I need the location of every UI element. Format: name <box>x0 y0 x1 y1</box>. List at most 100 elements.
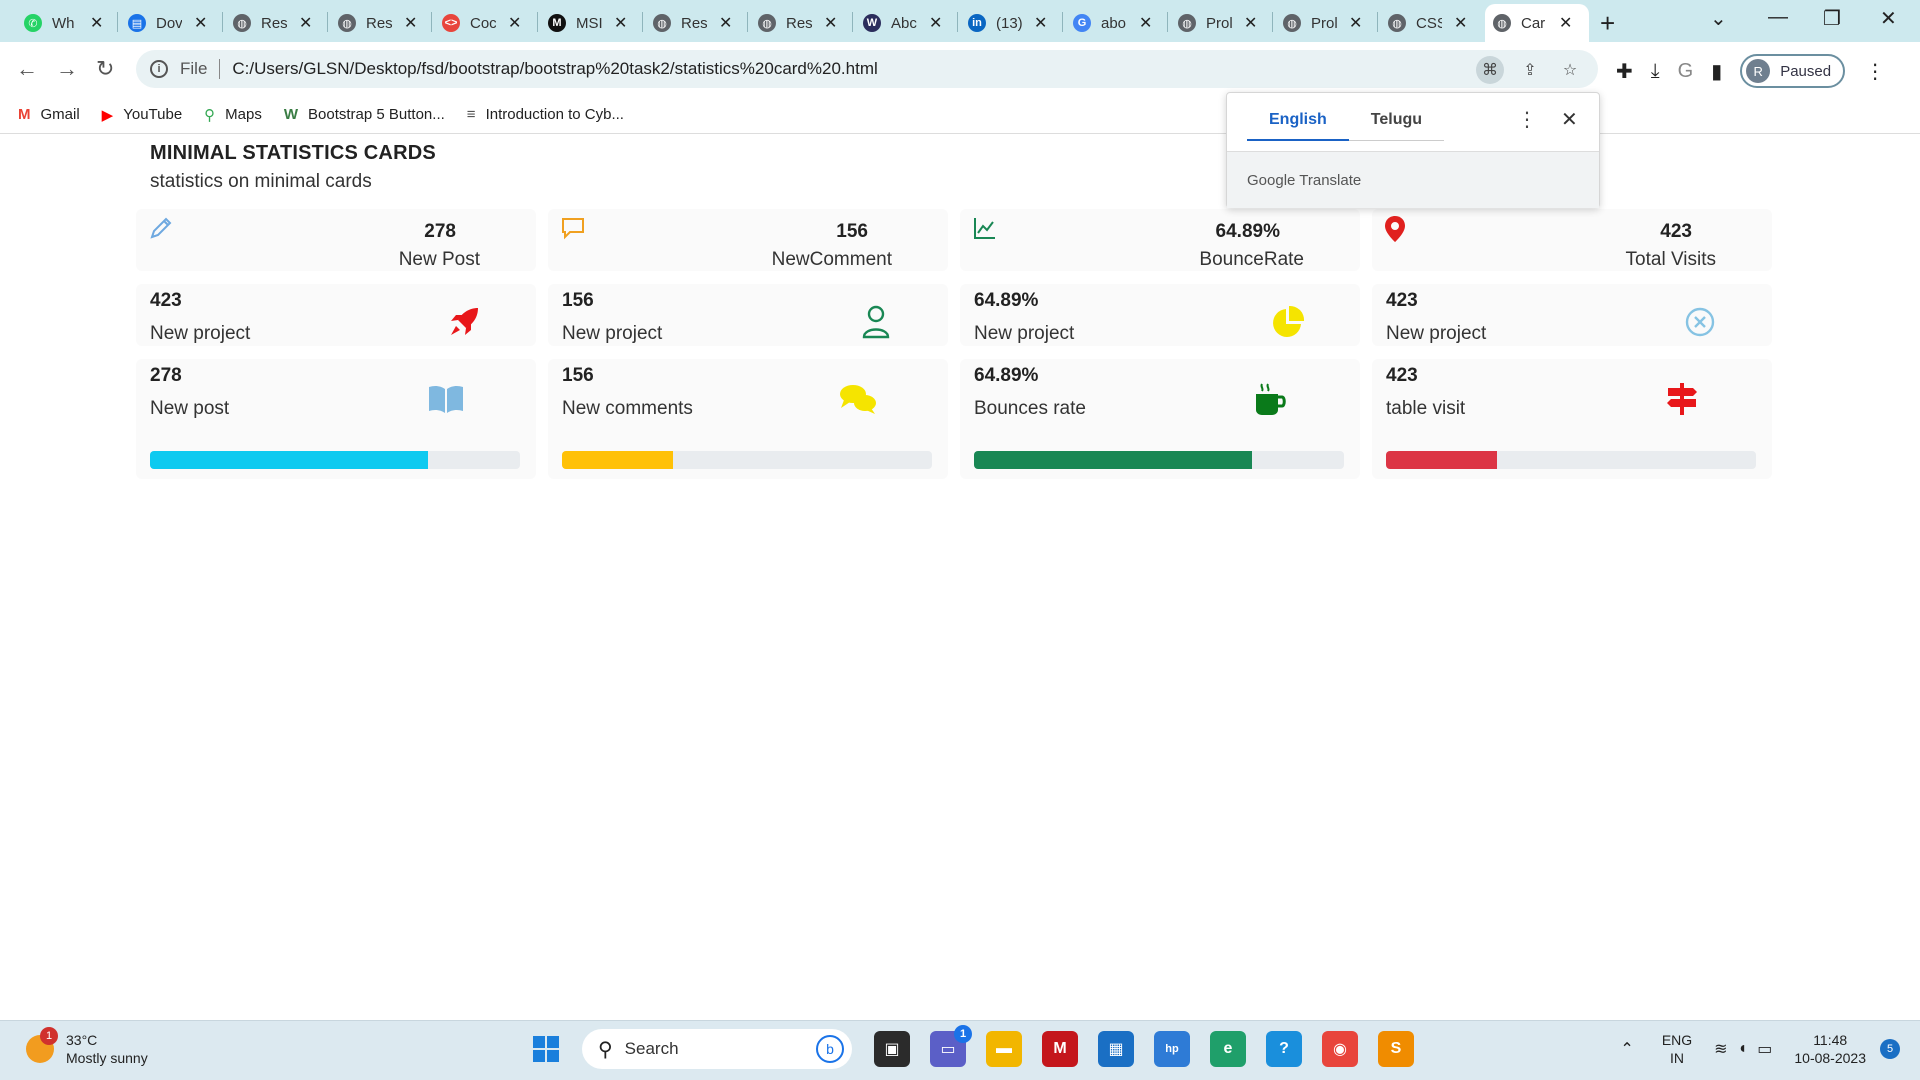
translate-tab-telugu[interactable]: Telugu <box>1348 111 1445 141</box>
search-icon: ⚲ <box>598 1038 613 1061</box>
grammarly-icon[interactable]: G <box>1678 60 1694 83</box>
browser-tab[interactable]: ◍ Res ✕ <box>645 4 745 42</box>
tab-separator <box>852 12 853 32</box>
tab-close-icon[interactable]: ✕ <box>194 13 207 33</box>
maximize-icon[interactable]: ❐ <box>1823 6 1841 31</box>
address-bar[interactable]: i File C:/Users/GLSN/Desktop/fsd/bootstr… <box>136 50 1598 88</box>
tab-close-icon[interactable]: ✕ <box>929 13 942 33</box>
chat-icon[interactable]: ▭ 1 <box>930 1025 972 1067</box>
bookmark-item[interactable]: ▶ YouTube <box>102 106 183 124</box>
translate-icon[interactable]: ⌘ <box>1476 56 1504 84</box>
bookmark-item[interactable]: ⚲ Maps <box>204 106 262 124</box>
bookmark-item[interactable]: W Bootstrap 5 Button... <box>284 106 445 123</box>
comments-icon <box>836 379 880 419</box>
browser-tab[interactable]: W Abc ✕ <box>855 4 955 42</box>
download-icon[interactable]: ⤓ <box>1651 60 1660 83</box>
back-icon[interactable]: ← <box>16 56 38 82</box>
address-divider <box>219 59 221 79</box>
stat-value: 156 <box>562 290 594 311</box>
store-icon[interactable]: ▦ <box>1098 1031 1134 1067</box>
browser-tab[interactable]: ◍ Car ✕ <box>1485 4 1589 42</box>
tab-favicon-icon: G <box>1073 14 1091 32</box>
bookmark-item[interactable]: M Gmail <box>18 106 80 123</box>
browser-tab[interactable]: in (13) ✕ <box>960 4 1060 42</box>
reload-icon[interactable]: ↻ <box>96 56 114 82</box>
tab-close-icon[interactable]: ✕ <box>719 13 732 33</box>
site-info-icon[interactable]: i <box>150 60 168 78</box>
tab-separator <box>1377 12 1378 32</box>
bookmark-item[interactable]: ≡ Introduction to Cyb... <box>467 106 624 123</box>
minimize-icon[interactable]: — <box>1768 6 1788 29</box>
browser-tab[interactable]: ◍ Resi ✕ <box>225 4 325 42</box>
bing-icon: b <box>816 1035 844 1063</box>
clock[interactable]: 11:48 10-08-2023 <box>1794 1031 1866 1067</box>
help-icon[interactable]: ? <box>1266 1031 1302 1067</box>
browser-tab[interactable]: ◍ Resi ✕ <box>750 4 850 42</box>
menu-kebab-icon[interactable]: ⋮ <box>1865 59 1885 84</box>
wifi-icon[interactable]: ≋ <box>1714 1039 1727 1059</box>
translate-options-icon[interactable]: ⋮ <box>1517 107 1537 132</box>
tab-close-icon[interactable]: ✕ <box>1139 13 1152 33</box>
bookmark-favicon-icon: W <box>283 106 299 123</box>
file-explorer-icon[interactable]: ▬ <box>986 1031 1022 1067</box>
tab-close-icon[interactable]: ✕ <box>404 13 417 33</box>
browser-tab[interactable]: ✆ Wh ✕ <box>16 4 116 42</box>
edge-icon[interactable]: e <box>1210 1031 1246 1067</box>
forward-icon[interactable]: → <box>56 56 78 82</box>
tab-favicon-icon: <> <box>442 14 460 32</box>
volume-icon[interactable]: ◖ <box>1738 1040 1748 1058</box>
circle-x-icon <box>1680 302 1720 342</box>
chevron-up-icon[interactable]: ⌃ <box>1620 1039 1633 1059</box>
weather-widget[interactable]: 1 33°C Mostly sunny <box>26 1027 148 1067</box>
browser-tab[interactable]: ◍ Resi ✕ <box>330 4 430 42</box>
tab-close-icon[interactable]: ✕ <box>299 13 312 33</box>
address-url[interactable]: C:/Users/GLSN/Desktop/fsd/bootstrap/boot… <box>232 59 877 79</box>
tab-close-icon[interactable]: ✕ <box>1034 13 1047 33</box>
browser-tab[interactable]: ◍ CSS ✕ <box>1380 4 1480 42</box>
window-close-icon[interactable]: ✕ <box>1880 6 1897 31</box>
tab-close-icon[interactable]: ✕ <box>1559 13 1572 33</box>
tab-favicon-icon: ◍ <box>653 14 671 32</box>
translate-popup: English Telugu ⋮ ✕ Google Translate <box>1226 92 1600 208</box>
tab-search-icon[interactable]: ⌄ <box>1710 6 1727 31</box>
browser-tab[interactable]: ▤ Dov ✕ <box>120 4 220 42</box>
stat-value: 423 <box>1386 290 1418 311</box>
language-indicator[interactable]: ENG IN <box>1662 1031 1692 1067</box>
tab-favicon-icon: ◍ <box>1283 14 1301 32</box>
sublime-text-icon[interactable]: S <box>1378 1031 1414 1067</box>
task-view-icon[interactable]: ▣ <box>874 1031 910 1067</box>
browser-tab[interactable]: ◍ Prol ✕ <box>1170 4 1270 42</box>
tab-close-icon[interactable]: ✕ <box>90 13 103 33</box>
tab-favicon-icon: ◍ <box>1493 14 1511 32</box>
translate-tab-english[interactable]: English <box>1247 111 1349 141</box>
lang-line1: ENG <box>1661 1032 1693 1048</box>
tab-close-icon[interactable]: ✕ <box>614 13 627 33</box>
new-tab-button[interactable]: + <box>1600 8 1615 39</box>
browser-tab[interactable]: Gabo ✕ <box>1065 4 1165 42</box>
tab-close-icon[interactable]: ✕ <box>508 13 521 33</box>
mcafee-icon[interactable]: M <box>1042 1031 1078 1067</box>
chrome-icon[interactable]: ◉ <box>1322 1031 1358 1067</box>
tab-close-icon[interactable]: ✕ <box>824 13 837 33</box>
browser-tab[interactable]: <> Coc ✕ <box>434 4 534 42</box>
profile-status: Paused <box>1780 62 1832 80</box>
extensions-icon[interactable]: ✚ <box>1616 59 1633 84</box>
profile-button[interactable]: R Paused <box>1740 54 1846 88</box>
start-icon[interactable] <box>528 1031 564 1067</box>
taskbar-search[interactable]: ⚲ Search b <box>582 1029 852 1069</box>
mug-icon <box>1248 379 1292 419</box>
tab-close-icon[interactable]: ✕ <box>1454 13 1467 33</box>
side-panel-icon[interactable]: ▮ <box>1711 59 1722 84</box>
notification-badge[interactable]: 5 <box>1880 1039 1900 1059</box>
browser-tab[interactable]: M MSI ✕ <box>540 4 640 42</box>
battery-icon[interactable]: ▭ <box>1757 1039 1772 1059</box>
bookmark-star-icon[interactable]: ☆ <box>1556 56 1584 84</box>
myhp-icon[interactable]: hp <box>1154 1031 1190 1067</box>
tab-title: Dov <box>156 14 182 32</box>
tab-close-icon[interactable]: ✕ <box>1349 13 1362 33</box>
tab-close-icon[interactable]: ✕ <box>1244 13 1257 33</box>
close-icon[interactable]: ✕ <box>1561 107 1578 132</box>
browser-tab[interactable]: ◍ Prol ✕ <box>1275 4 1375 42</box>
share-icon[interactable]: ⇪ <box>1516 56 1544 84</box>
weather-desc: Mostly sunny <box>66 1050 148 1066</box>
